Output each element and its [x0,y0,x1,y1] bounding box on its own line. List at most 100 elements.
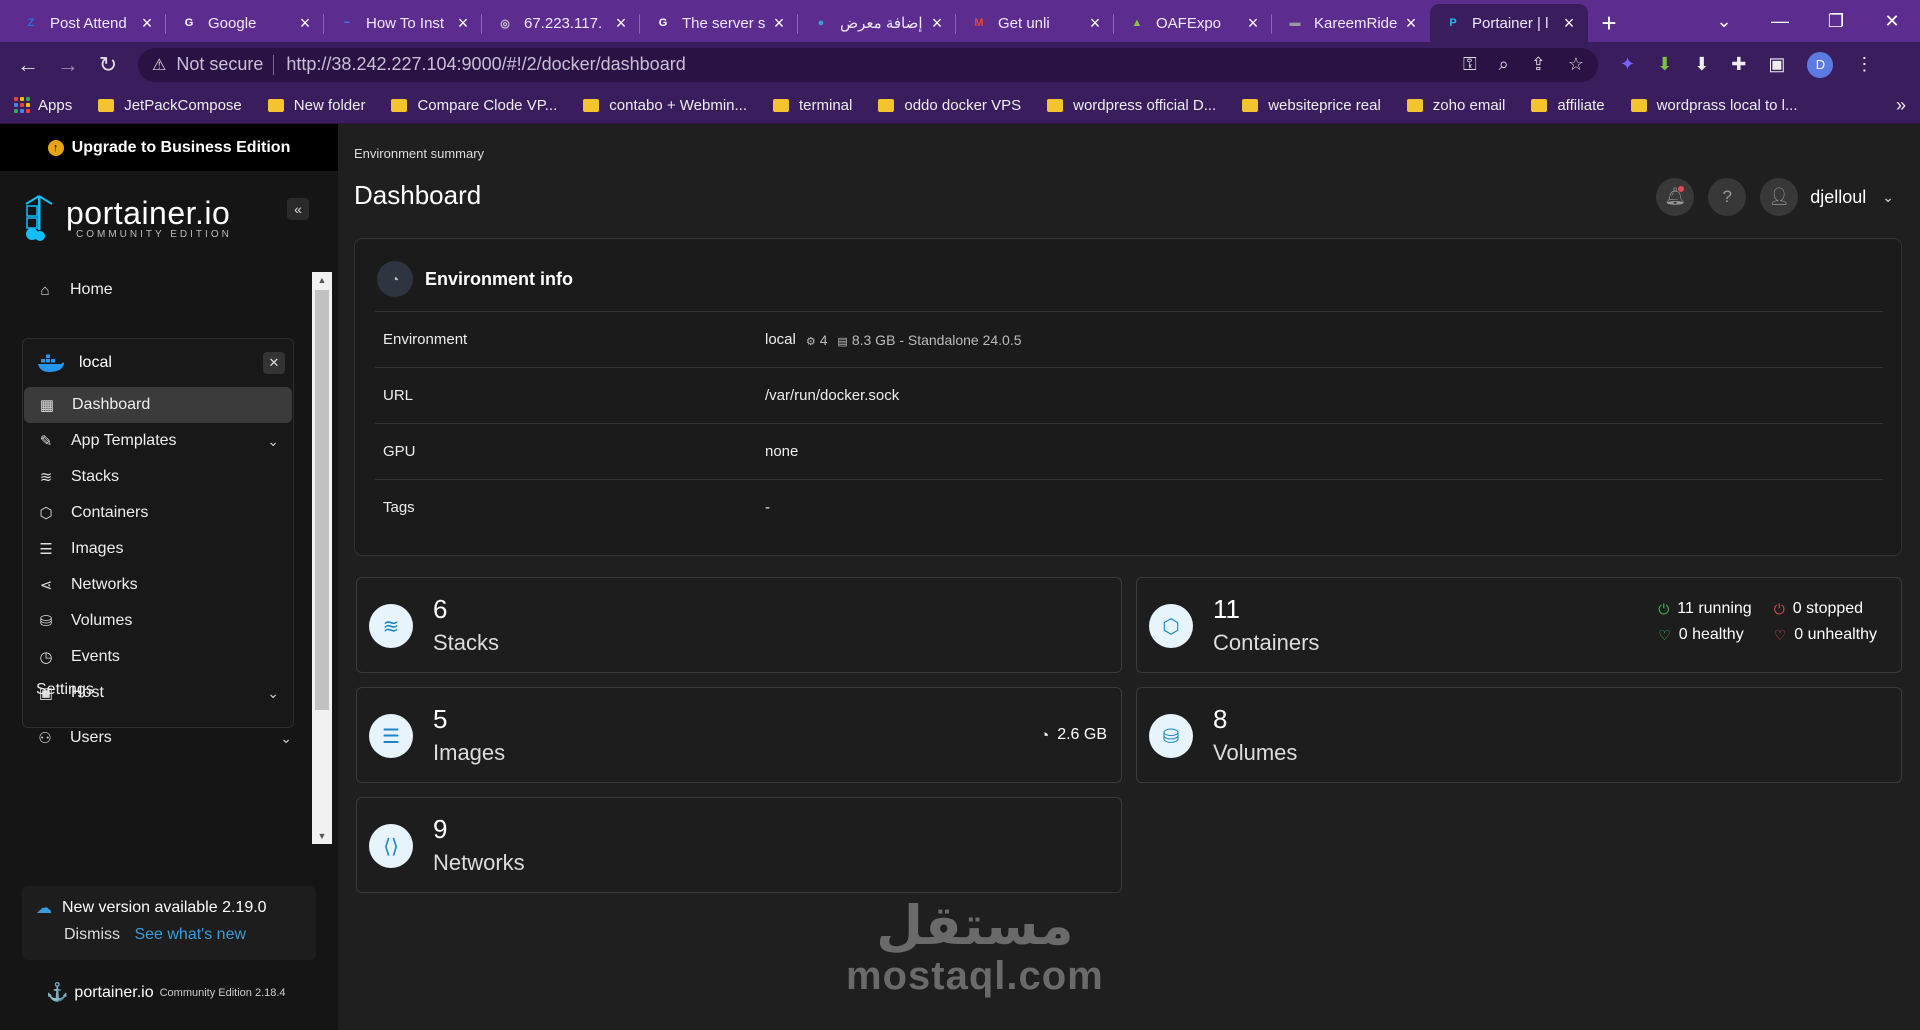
browser-tab[interactable]: M Get unli × [956,4,1114,42]
extension-download-icon[interactable]: ⬇ [1694,54,1709,75]
sidebar-item-app-templates[interactable]: ✎ App Templates ⌄ [23,423,293,459]
browser-tab[interactable]: G The server s × [640,4,798,42]
reload-button[interactable]: ↻ [90,47,126,83]
browser-tab[interactable]: ● إضافة معرض × [798,4,956,42]
networks-card[interactable]: ⟨⟩ 9 Networks [356,797,1122,893]
close-tab-icon[interactable]: × [296,13,314,34]
images-card[interactable]: ☰ 5 Images ◔ 2.6 GB [356,687,1122,783]
healthy-count: 0 healthy [1678,626,1744,643]
browser-tab[interactable]: P Portainer | l × [1430,4,1588,42]
sidebar-item-volumes[interactable]: ⛁ Volumes [23,603,293,639]
sidebar-item-dashboard[interactable]: ▦ Dashboard [24,387,292,423]
folder-icon [1406,98,1423,112]
sidebar-item-networks[interactable]: ⋖ Networks [23,567,293,603]
warning-icon[interactable]: ⚠ [152,55,166,75]
sidebar-item-users[interactable]: ⚇ Users ⌄ [0,720,300,756]
restore-button[interactable]: ❐ [1808,0,1864,42]
scrollbar-thumb[interactable] [315,290,329,710]
close-tab-icon[interactable]: × [1402,13,1420,34]
browser-tab[interactable]: ~ How To Inst × [324,4,482,42]
star-icon[interactable]: ☆ [1568,54,1584,75]
bookmark-item[interactable]: contabo + Webmin... [583,97,747,114]
browser-tab[interactable]: ▲ OAFExpo × [1114,4,1272,42]
sidebar-scrollbar[interactable]: ▲ ▼ [312,272,332,844]
bookmark-item[interactable]: New folder [267,96,366,114]
bookmark-item[interactable]: zoho email [1406,97,1505,114]
sidebar-item-events[interactable]: ◷ Events [23,639,293,675]
sidebar-item-containers[interactable]: ⬡ Containers [23,495,293,531]
share-icon[interactable]: ⇪ [1531,54,1546,75]
close-tab-icon[interactable]: × [454,13,472,34]
bookmarks-overflow-icon[interactable]: » [1896,95,1906,116]
help-button[interactable]: ? [1708,178,1747,216]
new-tab-button[interactable]: + [1588,4,1630,42]
sidebar-item-home[interactable]: ⌂ Home [0,272,300,308]
sidebar-item-label: Images [71,540,124,557]
key-icon[interactable]: ⚿ [1463,54,1477,75]
sidebar-item-stacks[interactable]: ≋ Stacks [23,459,293,495]
bookmark-item[interactable]: JetPackCompose [98,97,242,114]
profile-avatar[interactable]: D [1807,51,1834,78]
stacks-card[interactable]: ≋ 6 Stacks [356,577,1122,673]
portainer-logo[interactable]: portainer.io COMMUNITY EDITION [22,194,232,242]
close-tab-icon[interactable]: × [770,13,788,34]
zoom-icon[interactable]: ⌕ [1499,54,1509,75]
close-window-button[interactable]: ✕ [1864,0,1920,42]
puzzle-icon[interactable]: ✚ [1731,54,1746,75]
volumes-card[interactable]: ⛁ 8 Volumes [1136,687,1902,783]
bookmark-item[interactable]: affiliate [1531,97,1605,114]
minimize-button[interactable]: — [1752,0,1808,42]
bookmark-item[interactable]: Apps [14,97,72,114]
bookmark-item[interactable]: websiteprice real [1242,97,1381,114]
notifications-button[interactable]: 🔔︎ [1656,178,1695,216]
close-tab-icon[interactable]: × [1560,13,1578,34]
bookmark-item[interactable]: terminal [773,97,852,114]
username[interactable]: djelloul [1810,187,1866,208]
bookmark-label: Apps [38,96,73,114]
bookmark-item[interactable]: wordpress official D... [1047,97,1216,114]
box-icon: ⬡ [39,505,53,522]
clock-icon: ◷ [39,649,53,666]
close-tab-icon[interactable]: × [612,13,630,34]
side-panel-icon[interactable]: ▣ [1768,54,1785,75]
back-button[interactable]: ← [10,47,46,83]
images-size-value: 2.6 GB [1057,726,1107,743]
env-row-url: URL /var/run/docker.sock [375,367,1883,423]
dismiss-button[interactable]: Dismiss [64,926,120,943]
scroll-down-arrow-icon[interactable]: ▼ [312,828,332,844]
folder-icon [773,98,789,112]
stopped-stat: ⏻ 0 stopped [1774,600,1877,618]
address-bar[interactable]: ⚠ Not secure http://38.242.227.104:9000/… [138,47,1598,82]
environment-type: - Standalone 24.0.5 [899,331,1022,348]
sidebar-item-images[interactable]: ☰ Images [23,531,293,567]
unhealthy-stat: ♡ 0 unhealthy [1774,626,1877,644]
memory-size: 8.3 GB [851,331,896,348]
bookmark-label: New folder [293,96,366,114]
scroll-up-arrow-icon[interactable]: ▲ [312,272,332,288]
upgrade-button[interactable]: ↑ Upgrade to Business Edition [0,124,338,171]
close-tab-icon[interactable]: × [1086,13,1104,34]
browser-tab[interactable]: Z Post Attend × [8,4,166,42]
security-label[interactable]: Not secure [176,54,263,75]
browser-tab[interactable]: ◎ 67.223.117. × [482,4,640,42]
collapse-sidebar-button[interactable]: « [287,198,309,220]
tab-search-icon[interactable]: ⌄ [1696,0,1752,42]
containers-card[interactable]: ⬡ 11 Containers ⏻ 11 running ⏻ 0 stopped ♡… [1136,577,1902,673]
close-tab-icon[interactable]: × [928,13,946,34]
bookmark-item[interactable]: Compare Clode VP... [391,97,557,114]
close-tab-icon[interactable]: × [1244,13,1262,34]
chevron-down-icon[interactable]: ⌄ [1882,189,1894,206]
env-row-key: Environment [383,331,468,348]
browser-tab[interactable]: G Google × [166,4,324,42]
clear-environment-button[interactable]: ✕ [263,352,285,374]
browser-tab[interactable]: ▬ KareemRide × [1272,4,1430,42]
see-whats-new-link[interactable]: See what's new [134,926,246,943]
bookmark-item[interactable]: wordprass local to l... [1630,97,1797,114]
close-tab-icon[interactable]: × [138,13,156,34]
menu-kebab-icon[interactable]: ⋮ [1855,54,1873,75]
bookmark-item[interactable]: oddo docker VPS [878,97,1021,114]
forward-button[interactable]: → [50,47,86,83]
user-avatar[interactable]: 👤︎ [1760,178,1799,216]
extension-color-icon[interactable]: ✦ [1620,54,1635,75]
extension-green-icon[interactable]: ⬇ [1657,54,1672,75]
